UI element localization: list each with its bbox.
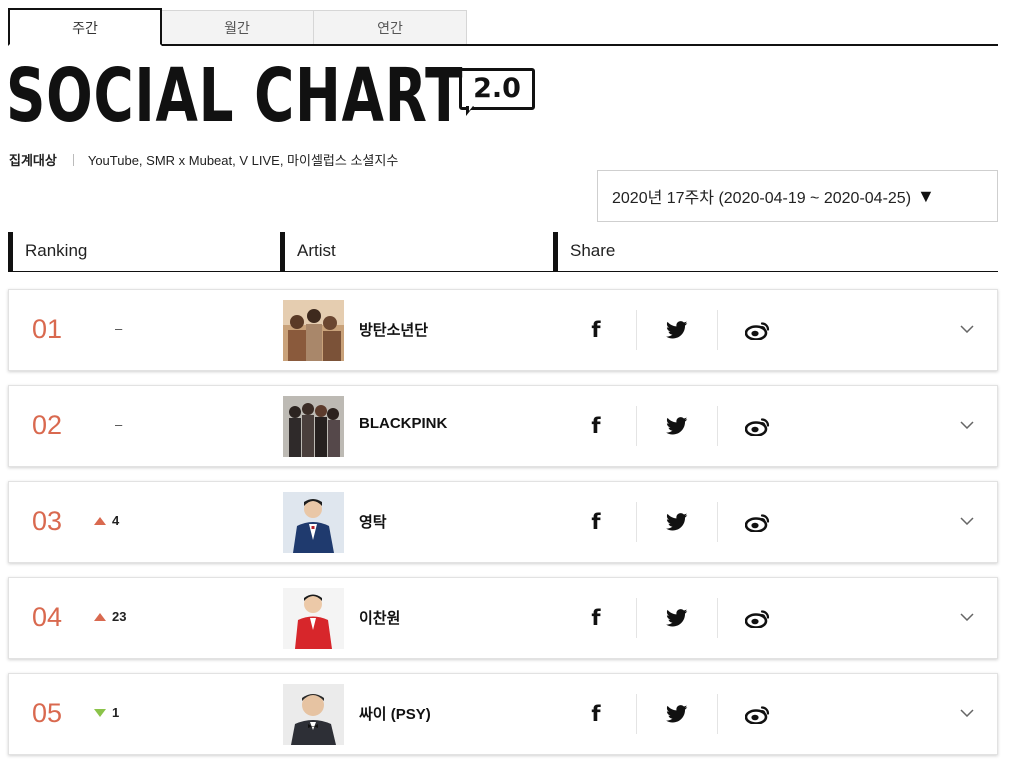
chevron-down-icon — [960, 421, 974, 429]
caret-down-icon: ▼ — [917, 185, 935, 206]
expand-row-button[interactable] — [954, 700, 980, 726]
weibo-share-button[interactable] — [717, 598, 797, 638]
rank-down-icon — [94, 708, 106, 717]
rank-change: – — [115, 417, 123, 432]
artist-name: BLACKPINK — [359, 415, 448, 432]
source-value: YouTube, SMR x Mubeat, V LIVE, 마이셀럽스 소셜지… — [87, 153, 399, 168]
twitter-share-button[interactable] — [636, 310, 716, 350]
rank-change: 23 — [94, 609, 126, 624]
artist-name: 싸이 (PSY) — [359, 706, 431, 723]
chart-row-5: 05 1 싸이 (PSY) f — [8, 673, 998, 755]
twitter-icon — [665, 417, 687, 435]
weibo-icon — [744, 322, 769, 340]
source-info: 집계대상 YouTube, SMR x Mubeat, V LIVE, 마이셀럽… — [9, 150, 398, 169]
rank-number: 03 — [32, 506, 63, 536]
rank-number: 05 — [32, 698, 63, 728]
tab-weekly[interactable]: 주간 — [8, 8, 162, 46]
chart-row-1: 01 – 방탄소년단 f — [8, 289, 998, 371]
weibo-icon — [744, 610, 769, 628]
header-share: Share — [553, 232, 615, 271]
page-title: SOCIAL CHART — [6, 53, 464, 139]
facebook-share-button[interactable]: f — [556, 598, 636, 638]
facebook-icon: f — [591, 510, 601, 534]
facebook-icon: f — [591, 606, 601, 630]
twitter-icon — [665, 513, 687, 531]
rank-up-icon — [94, 612, 106, 621]
twitter-icon — [665, 321, 687, 339]
facebook-icon: f — [591, 414, 601, 438]
source-divider — [72, 153, 74, 166]
chevron-down-icon — [960, 517, 974, 525]
weibo-icon — [744, 514, 769, 532]
header-artist: Artist — [280, 232, 336, 271]
chart-row-2: 02 – BLACKPINK f — [8, 385, 998, 467]
week-select[interactable]: 2020년 17주차 (2020-04-19 ~ 2020-04-25) ▼ — [597, 170, 998, 222]
expand-row-button[interactable] — [954, 604, 980, 630]
twitter-icon — [665, 705, 687, 723]
rank-change: 1 — [94, 705, 119, 720]
facebook-share-button[interactable]: f — [556, 502, 636, 542]
weibo-icon — [744, 706, 769, 724]
chart-row-3: 03 4 영탁 f — [8, 481, 998, 563]
weibo-share-button[interactable] — [717, 502, 797, 542]
facebook-share-button[interactable]: f — [556, 310, 636, 350]
rank-up-icon — [94, 516, 106, 525]
chart-row-4: 04 23 이찬원 f — [8, 577, 998, 659]
source-label: 집계대상 — [9, 153, 57, 168]
period-tabs: 주간 월간 연간 — [8, 8, 998, 46]
week-select-value: 2020년 17주차 (2020-04-19 ~ 2020-04-25) — [612, 190, 912, 207]
artist-photo — [283, 684, 344, 745]
expand-row-button[interactable] — [954, 508, 980, 534]
expand-row-button[interactable] — [954, 316, 980, 342]
artist-photo — [283, 588, 344, 649]
rank-change: – — [115, 321, 123, 336]
artist-photo — [283, 492, 344, 553]
rank-number: 01 — [32, 314, 63, 344]
tab-yearly[interactable]: 연간 — [313, 10, 467, 44]
table-header: Ranking Artist Share — [8, 232, 998, 272]
artist-name: 이찬원 — [359, 610, 401, 627]
facebook-share-button[interactable]: f — [556, 406, 636, 446]
twitter-icon — [665, 609, 687, 627]
weibo-share-button[interactable] — [717, 694, 797, 734]
rank-change: 4 — [94, 513, 119, 528]
expand-row-button[interactable] — [954, 412, 980, 438]
rank-number: 04 — [32, 602, 63, 632]
chevron-down-icon — [960, 325, 974, 333]
facebook-icon: f — [591, 318, 601, 342]
weibo-share-button[interactable] — [717, 406, 797, 446]
artist-name: 방탄소년단 — [359, 322, 429, 339]
rank-number: 02 — [32, 410, 63, 440]
artist-name: 영탁 — [359, 514, 387, 531]
version-badge: 2.0 — [459, 68, 535, 110]
chevron-down-icon — [960, 709, 974, 717]
twitter-share-button[interactable] — [636, 598, 716, 638]
weibo-share-button[interactable] — [717, 310, 797, 350]
weibo-icon — [744, 418, 769, 436]
tab-monthly[interactable]: 월간 — [160, 10, 314, 44]
twitter-share-button[interactable] — [636, 502, 716, 542]
chevron-down-icon — [960, 613, 974, 621]
artist-photo — [283, 396, 344, 457]
twitter-share-button[interactable] — [636, 694, 716, 734]
facebook-share-button[interactable]: f — [556, 694, 636, 734]
twitter-share-button[interactable] — [636, 406, 716, 446]
facebook-icon: f — [591, 702, 601, 726]
artist-photo — [283, 300, 344, 361]
header-ranking: Ranking — [8, 232, 87, 271]
